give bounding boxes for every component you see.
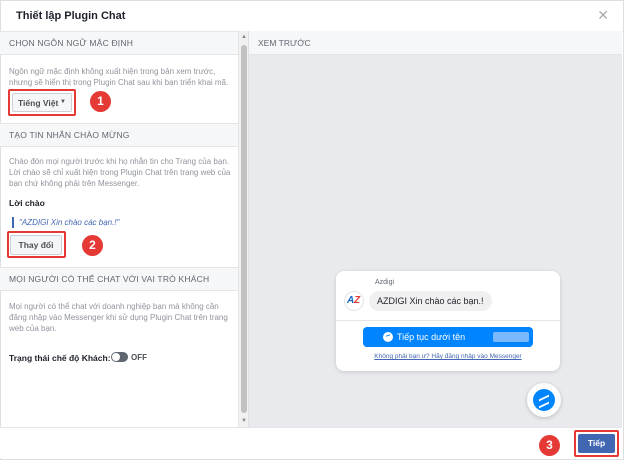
annotation-badge-2: 2: [82, 235, 103, 256]
section-guest-title: MỌI NGƯỜI CÓ THỂ CHAT VỚI VAI TRÒ KHÁCH: [9, 274, 210, 284]
messenger-icon: [533, 389, 555, 411]
preview-title: XEM TRƯỚC: [258, 38, 311, 48]
annotation-badge-3: 3: [539, 435, 560, 456]
scroll-thumb[interactable]: [241, 45, 247, 413]
preview-header: XEM TRƯỚC: [249, 31, 622, 55]
annotation-box-3: [574, 430, 619, 457]
page-name: Azdigi: [375, 279, 395, 286]
guest-mode-label: Trạng thái chế độ Khách:: [9, 353, 111, 363]
avatar-letter-z: Z: [354, 295, 361, 306]
language-description: Ngôn ngữ mặc định không xuất hiện trong …: [9, 67, 229, 87]
left-pane-scrollbar[interactable]: ▲ ▼: [238, 31, 249, 427]
annotation-badge-1: 1: [90, 91, 111, 112]
section-greeting-title: TẠO TIN NHẮN CHÀO MỪNG: [9, 130, 130, 140]
section-language-header: CHỌN NGÔN NGỮ MẶC ĐỊNH: [0, 31, 238, 55]
guest-mode-state: OFF: [131, 353, 147, 362]
annotation-box-1: [8, 89, 76, 116]
not-you-link[interactable]: Không phải bạn ư? Hãy đăng nhập vào Mess…: [336, 353, 560, 360]
chat-preview-card: Azdigi A Z AZDIGI Xin chào các bạn.! Tiế…: [336, 271, 560, 371]
dialog-title: Thiết lập Plugin Chat: [16, 10, 126, 22]
greeting-quote: "AZDIGI Xin chào các bạn.!": [12, 217, 119, 228]
dialog-header: Thiết lập Plugin Chat ✕: [1, 1, 623, 32]
scroll-up-icon[interactable]: ▲: [241, 34, 247, 40]
preview-pane: XEM TRƯỚC Azdigi A Z AZDIGI Xin chào các…: [249, 31, 622, 427]
messenger-fab[interactable]: [527, 383, 561, 417]
continue-label: Tiếp tục dưới tên: [397, 332, 466, 342]
page-avatar: A Z: [344, 291, 364, 311]
guest-description: Mọi người có thể chat với doanh nghiệp b…: [9, 302, 228, 333]
close-icon[interactable]: ✕: [597, 8, 609, 22]
blurred-name: [493, 332, 529, 342]
greeting-bubble: AZDIGI Xin chào các bạn.!: [369, 291, 492, 311]
guest-mode-toggle[interactable]: [111, 352, 128, 362]
toggle-knob: [112, 353, 120, 361]
greeting-label: Lời chào: [9, 198, 45, 208]
card-divider: [336, 320, 560, 321]
section-language-title: CHỌN NGÔN NGỮ MẶC ĐỊNH: [9, 38, 134, 48]
greeting-description: Chào đón mọi người trước khi họ nhắn tin…: [9, 157, 231, 188]
continue-as-button[interactable]: Tiếp tục dưới tên: [363, 327, 533, 347]
section-guest-header: MỌI NGƯỜI CÓ THỂ CHAT VỚI VAI TRÒ KHÁCH: [0, 267, 238, 291]
dialog-footer: [0, 427, 622, 458]
messenger-icon: [383, 332, 393, 342]
scroll-down-icon[interactable]: ▼: [241, 418, 247, 424]
annotation-box-2: [7, 231, 66, 258]
section-greeting-header: TẠO TIN NHẮN CHÀO MỪNG: [0, 123, 238, 147]
